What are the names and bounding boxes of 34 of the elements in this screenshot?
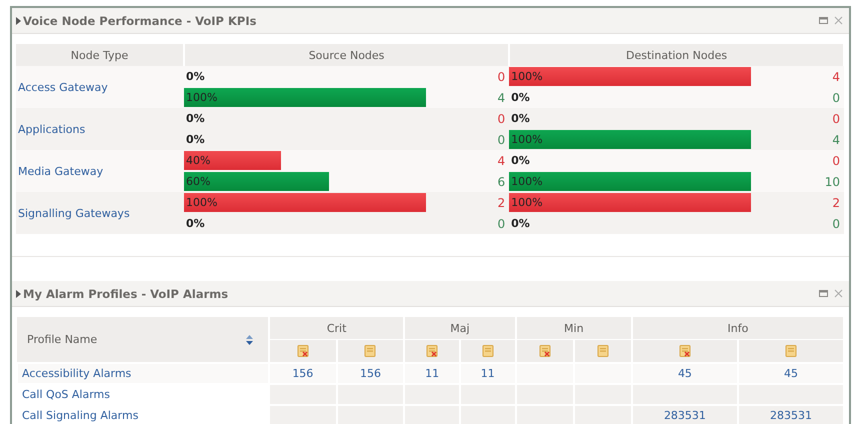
column-header: Node Type — [16, 44, 184, 66]
column-header: Maj — [404, 317, 516, 340]
count-value: 10 — [824, 174, 841, 188]
percent-label: 0% — [186, 70, 205, 83]
count-value: 0 — [831, 90, 841, 104]
percent-label: 0% — [511, 91, 530, 104]
percent-label: 0% — [511, 154, 530, 167]
count-value: 0 — [496, 112, 506, 126]
percent-label: 0% — [186, 112, 205, 125]
count-value: 4 — [831, 70, 841, 84]
count-value: 6 — [496, 174, 506, 188]
percent-label: 0% — [511, 217, 530, 230]
count-value: 4 — [496, 154, 506, 168]
count-value: 0 — [496, 216, 506, 230]
panel-title: My Alarm Profiles - VoIP Alarms — [23, 286, 228, 300]
column-header: Destination Nodes — [509, 44, 844, 66]
count-value: 2 — [496, 196, 506, 210]
column-header: Source Nodes — [184, 44, 510, 66]
count-value: 0 — [496, 70, 506, 84]
count-value: 0 — [831, 154, 841, 168]
count-value: 2 — [831, 196, 841, 210]
panel-title: Voice Node Performance - VoIP KPIs — [23, 14, 256, 28]
column-header: Profile Name — [27, 333, 98, 346]
percent-label: 0% — [186, 217, 205, 230]
percent-label: 0% — [511, 112, 530, 125]
count-value: 0 — [831, 112, 841, 126]
count-value: 4 — [496, 90, 506, 104]
column-header: Min — [516, 317, 632, 340]
count-value: 0 — [831, 216, 841, 230]
count-value: 0 — [496, 132, 506, 146]
column-header: Crit — [269, 317, 404, 340]
column-header: Info — [632, 317, 844, 340]
count-value: 4 — [831, 132, 841, 146]
percent-label: 0% — [186, 133, 205, 146]
